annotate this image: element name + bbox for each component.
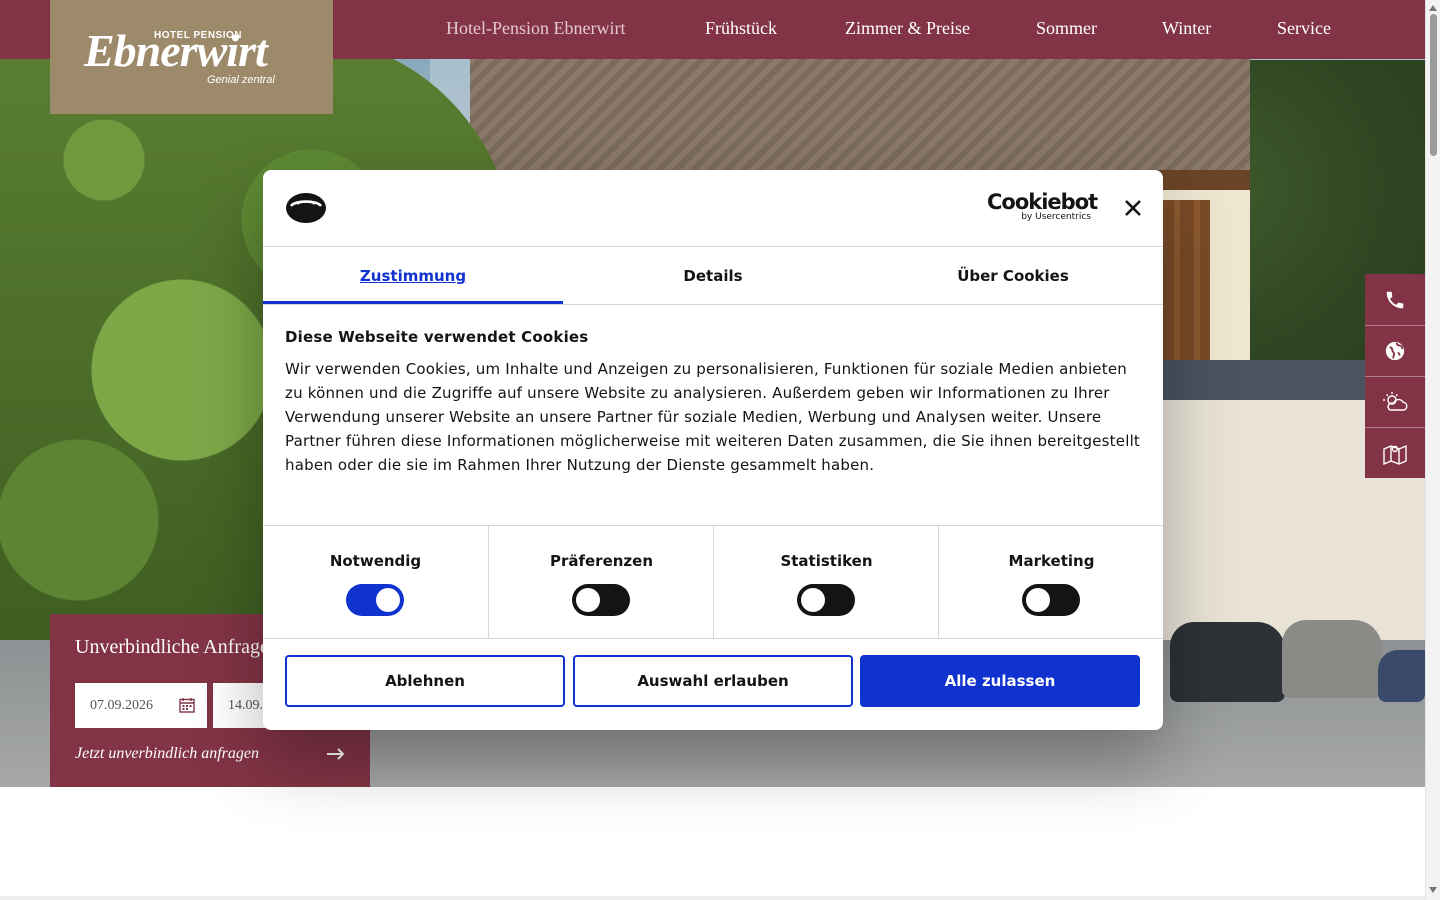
cookiebot-logo: Cookiebot by Usercentrics [987, 190, 1098, 222]
scroll-up-arrow-icon[interactable] [1429, 5, 1437, 11]
decline-button[interactable]: Ablehnen [285, 655, 565, 707]
consent-categories: Notwendig Präferenzen Statistiken Market… [263, 525, 1163, 639]
logo-tagline: Genial zentral [207, 74, 275, 86]
category-label: Marketing [1008, 552, 1095, 570]
category-label: Statistiken [780, 552, 873, 570]
content-divider [0, 896, 1425, 900]
category-notwendig: Notwendig [263, 526, 488, 639]
logo-name: Ebnerwirt [84, 25, 268, 76]
category-label: Präferenzen [549, 552, 654, 570]
toggle-statistiken[interactable] [797, 584, 855, 616]
category-statistiken: Statistiken [713, 526, 938, 639]
toggle-praeferenzen[interactable] [572, 584, 630, 616]
scroll-thumb[interactable] [1430, 14, 1437, 156]
nav-item-service[interactable]: Service [1277, 18, 1331, 39]
category-praeferenzen: Präferenzen [488, 526, 713, 639]
arrival-date-field[interactable]: 07.09.2026 [75, 683, 207, 728]
dialog-tabs: Zustimmung Details Über Cookies [263, 247, 1163, 305]
booking-cta-link[interactable]: Jetzt unverbindlich anfragen [75, 745, 259, 763]
nav-item-home[interactable]: Hotel-Pension Ebnerwirt [446, 18, 625, 39]
calendar-icon [179, 698, 195, 713]
map-icon[interactable] [1365, 427, 1425, 478]
allow-all-button[interactable]: Alle zulassen [860, 655, 1140, 707]
category-label: Notwendig [329, 552, 422, 570]
booking-title: Unverbindliche Anfrage [75, 636, 269, 658]
tab-details[interactable]: Details [563, 247, 863, 305]
dialog-heading: Diese Webseite verwendet Cookies [285, 328, 589, 346]
cookiebot-logo-text: Cookiebot [987, 190, 1098, 214]
arrow-right-icon[interactable] [327, 748, 345, 760]
phone-icon[interactable] [1365, 274, 1425, 325]
toggle-notwendig[interactable] [346, 584, 404, 616]
arrival-date-value: 07.09.2026 [90, 697, 153, 713]
category-marketing: Marketing [938, 526, 1163, 639]
weather-icon[interactable] [1365, 376, 1425, 427]
nav-item-zimmer-preise[interactable]: Zimmer & Preise [845, 18, 970, 39]
tab-zustimmung[interactable]: Zustimmung [263, 247, 563, 305]
globe-icon[interactable] [1365, 325, 1425, 376]
dialog-header: Cookiebot by Usercentrics [263, 170, 1163, 247]
nav-item-fruehstueck[interactable]: Frühstück [705, 18, 777, 39]
active-tab-indicator [263, 301, 563, 304]
scroll-down-arrow-icon[interactable] [1429, 887, 1437, 893]
dialog-description: Wir verwenden Cookies, um Inhalte und An… [285, 360, 1141, 474]
page-scrollbar[interactable] [1425, 0, 1440, 900]
toggle-marketing[interactable] [1022, 584, 1080, 616]
dialog-body: Diese Webseite verwendet Cookies Wir ver… [285, 328, 1145, 477]
close-icon[interactable] [1122, 197, 1144, 219]
logo[interactable]: HOTEL PENSION Ebnerwirt Genial zentral [50, 0, 333, 114]
allow-selection-button[interactable]: Auswahl erlauben [573, 655, 853, 707]
nav-item-sommer[interactable]: Sommer [1036, 18, 1097, 39]
tab-ueber-cookies[interactable]: Über Cookies [863, 247, 1163, 305]
nav-item-winter[interactable]: Winter [1162, 18, 1211, 39]
quick-actions [1365, 274, 1425, 478]
cookie-consent-dialog: Cookiebot by Usercentrics Zustimmung Det… [263, 170, 1163, 730]
cookie-brand-icon [286, 193, 326, 223]
